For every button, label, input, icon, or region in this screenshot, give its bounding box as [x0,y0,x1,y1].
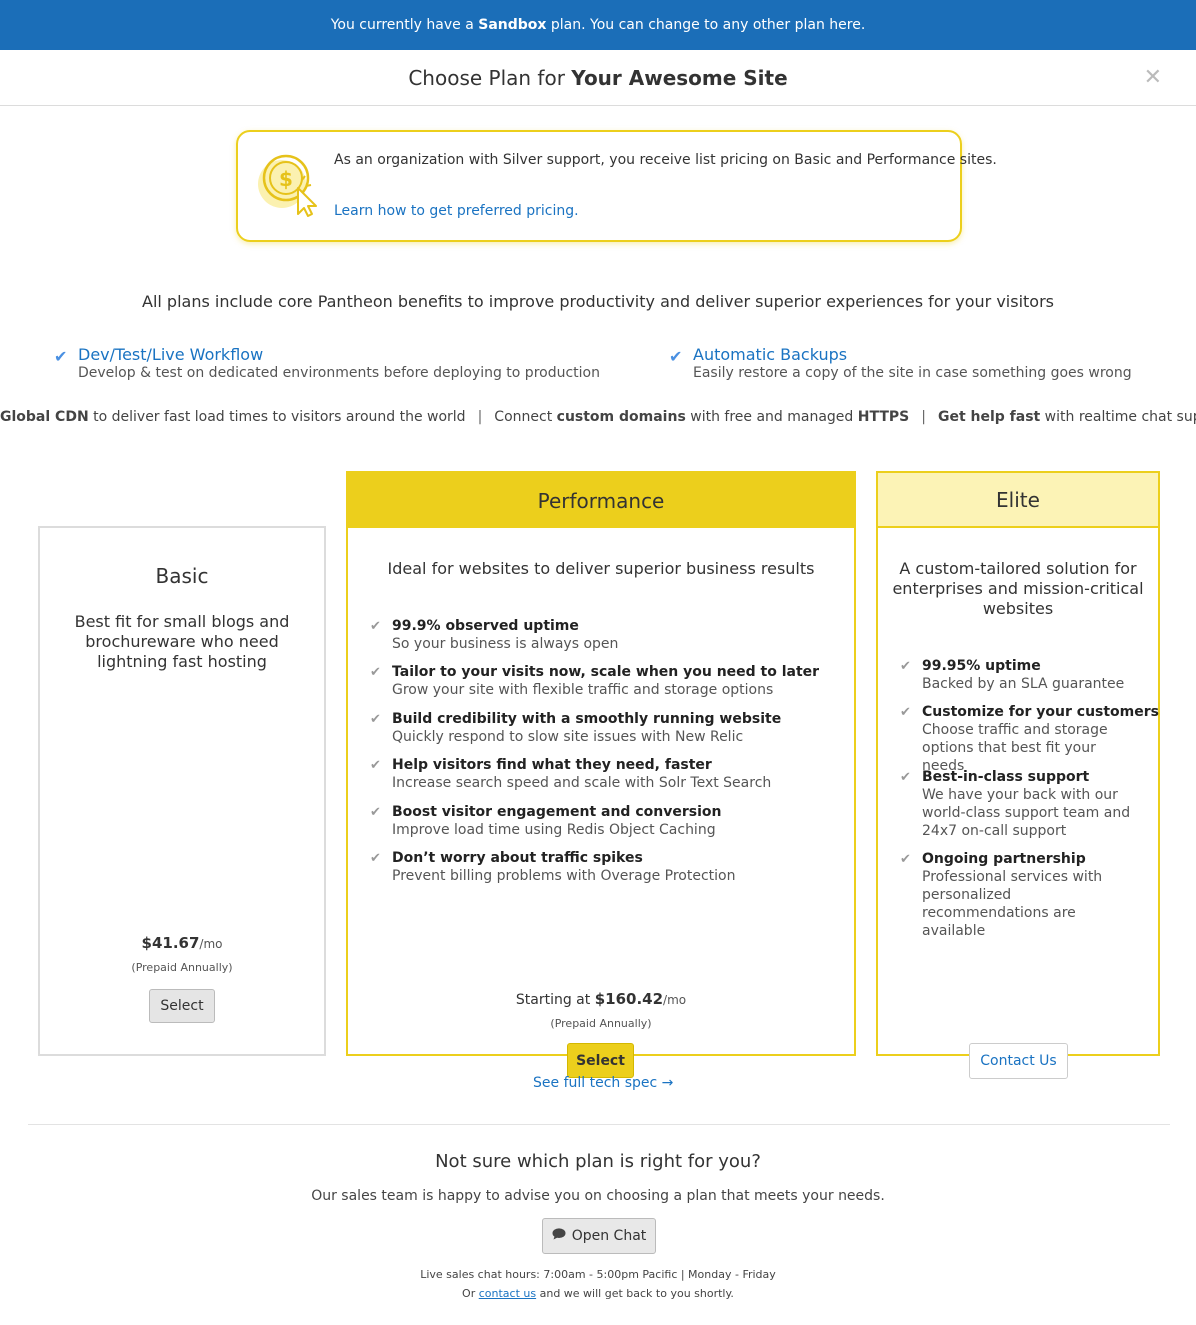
close-icon[interactable]: ✕ [1144,66,1162,90]
help-title: Not sure which plan is right for you? [435,1151,761,1172]
plan-name: Basic [155,564,209,588]
benefit-title[interactable]: Dev/Test/Live Workflow [78,345,263,364]
core-benefits-title: All plans include core Pantheon benefits… [142,292,1054,311]
contact-us-link[interactable]: contact us [479,1287,536,1300]
tech-spec-link[interactable]: See full tech spec → [533,1075,673,1091]
preferred-pricing-link[interactable]: Learn how to get preferred pricing. [334,203,579,219]
notice-text: As an organization with Silver support, … [334,152,997,168]
separator: | [477,409,483,425]
prepaid-note: (Prepaid Annually) [131,961,233,974]
plan-name: Performance [348,473,854,528]
cdn-label: Global CDN [0,409,89,425]
features-line: Global CDN to deliver fast load times to… [0,409,1196,425]
check-icon: ✔ [370,851,381,866]
check-icon: ✔ [370,619,381,634]
benefit-desc: Easily restore a copy of the site in cas… [693,365,1132,381]
prepaid-note: (Prepaid Annually) [550,1017,652,1030]
select-basic-button[interactable]: Select [149,989,215,1023]
check-icon: ✔ [370,758,381,773]
help-desc: Our sales team is happy to advise you on… [311,1188,885,1204]
separator: | [921,409,926,425]
svg-text:$: $ [279,167,293,191]
plan-name: Elite [878,473,1158,528]
check-icon: ✔ [370,665,381,680]
site-name: Your Awesome Site [571,65,788,90]
divider [28,1124,1170,1125]
plan-card-basic: Basic Best fit for small blogs and broch… [38,526,326,1056]
benefit-title[interactable]: Automatic Backups [693,345,847,364]
check-icon: ✔ [54,347,68,366]
check-icon: ✔ [900,659,911,674]
modal-header: Choose Plan for Your Awesome Site [0,50,1196,106]
select-performance-button[interactable]: Select [567,1043,634,1078]
plan-card-elite: Elite A custom-tailored solution for ent… [876,471,1160,1056]
check-icon: ✔ [370,712,381,727]
check-icon: ✔ [669,347,683,366]
pricing-notice: $ As an organization with Silver support… [236,130,997,242]
check-icon: ✔ [370,805,381,820]
contact-line: Or contact us and we will get back to yo… [462,1287,734,1300]
banner-prefix: You currently have a [330,17,474,33]
check-icon: ✔ [900,770,911,785]
chat-bubble-icon [552,1228,566,1244]
contact-us-button[interactable]: Contact Us [969,1043,1068,1079]
banner-plan: Sandbox [478,17,547,33]
chat-hours: Live sales chat hours: 7:00am - 5:00pm P… [420,1268,776,1281]
plan-banner[interactable]: You currently have a Sandbox plan. You c… [0,0,1196,50]
dollar-cursor-icon: $ [258,154,317,217]
header-prefix: Choose Plan for [408,65,565,90]
open-chat-label: Open Chat [571,1228,647,1244]
plan-desc: Best fit for small blogs and brochurewar… [74,612,290,671]
banner-suffix: plan. You can change to any other plan h… [550,17,866,33]
plan-card-performance: Performance Ideal for websites to delive… [346,471,856,1056]
plan-desc: A custom-tailored solution for enterpris… [892,559,1144,618]
check-icon: ✔ [900,852,911,867]
open-chat-button[interactable]: Open Chat [542,1218,656,1254]
benefit-desc: Develop & test on dedicated environments… [78,365,600,381]
plan-price: Starting at $160.42/mo [515,990,687,1008]
plan-price: $41.67/mo [141,934,223,952]
check-icon: ✔ [900,705,911,720]
plan-desc: Ideal for websites to deliver superior b… [387,559,815,578]
